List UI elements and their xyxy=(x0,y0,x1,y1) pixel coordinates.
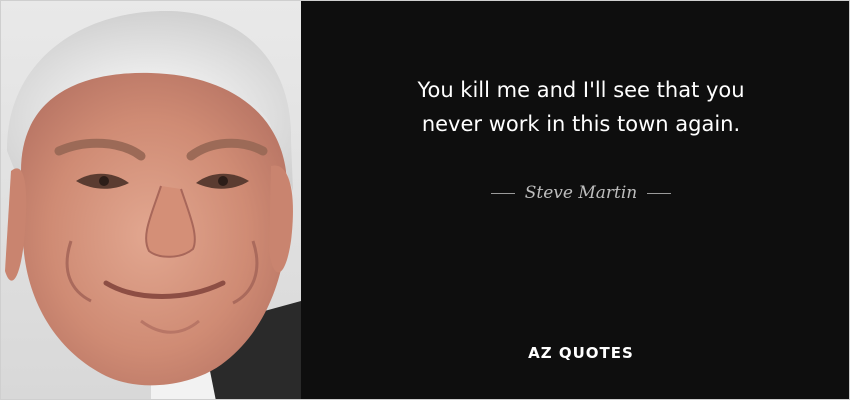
quote-line-2: never work in this town again. xyxy=(421,112,741,136)
right-dash-divider xyxy=(647,193,672,194)
author-attribution: Steve Martin xyxy=(331,183,831,203)
author-portrait-photo xyxy=(1,1,301,399)
quote-line-1: You kill me and I'll see that you xyxy=(417,78,745,102)
azquotes-logo: AZ QUOTES xyxy=(528,344,634,362)
left-dash-divider xyxy=(490,193,515,194)
quote-card: You kill me and I'll see that you never … xyxy=(0,0,850,400)
quote-text: You kill me and I'll see that you never … xyxy=(331,73,831,141)
author-name: Steve Martin xyxy=(524,183,638,203)
